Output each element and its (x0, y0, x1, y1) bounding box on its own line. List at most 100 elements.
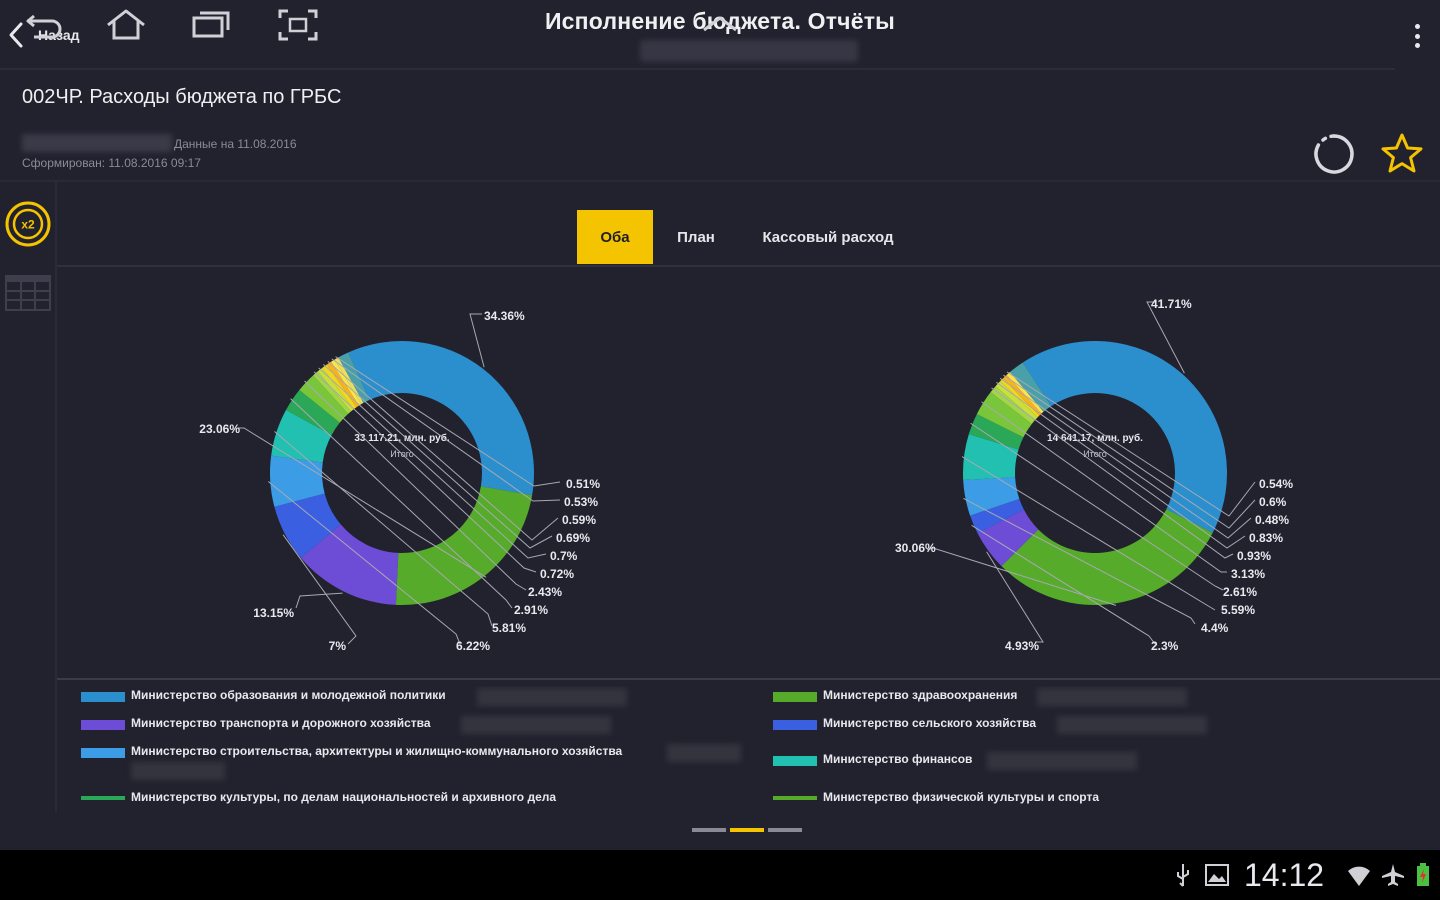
x2-icon: x2 (5, 201, 51, 247)
label-leader-line (295, 592, 343, 609)
slice-percent-label: 0.59% (562, 513, 596, 527)
redacted-meta (22, 134, 172, 152)
slice-percent-label: 0.51% (566, 477, 600, 491)
slice-percent-label: 0.93% (1237, 549, 1271, 563)
slice-percent-label: 0.6% (1259, 495, 1287, 509)
usb-icon (1177, 864, 1189, 887)
chevron-up-icon[interactable] (698, 8, 742, 42)
refresh-button[interactable] (1310, 130, 1358, 178)
slice-percent-label: 0.53% (564, 495, 598, 509)
legend-item: Министерство транспорта и дорожного хозя… (81, 716, 431, 730)
legend-item: Министерство здравоохранения (773, 688, 1017, 702)
legend-label: Министерство финансов (823, 752, 973, 766)
legend-swatch (81, 796, 125, 800)
table-view-button[interactable] (4, 272, 52, 314)
redacted-value (477, 688, 627, 706)
wifi-icon (1348, 866, 1370, 886)
redacted-subtitle (640, 40, 858, 62)
slice-percent-label: 0.72% (540, 567, 574, 581)
slice-percent-label: 0.7% (550, 549, 578, 563)
legend-item: Министерство образования и молодежной по… (81, 688, 446, 702)
donut-slice[interactable] (348, 341, 534, 496)
divider (0, 180, 1440, 182)
legend-label: Министерство транспорта и дорожного хозя… (131, 716, 431, 730)
svg-text:x2: x2 (21, 218, 35, 232)
screenshot-icon[interactable] (276, 8, 320, 42)
legend-item: Министерство строительства, архитектуры … (81, 744, 622, 758)
legend-swatch (81, 720, 125, 730)
donut-chart-cash: 14 641.17, млн. руб. Итого 41.71% 30.06% 4.9… (875, 268, 1335, 668)
report-title: 002ЧР. Расходы бюджета по ГРБС (22, 86, 342, 108)
slice-percent-label: 2.43% (528, 585, 562, 599)
legend-label: Министерство строительства, архитектуры … (131, 744, 623, 758)
page-dot-active[interactable] (730, 828, 764, 832)
refresh-icon (1314, 134, 1354, 174)
tab-both[interactable]: Оба (577, 210, 653, 264)
legend-item: Министерство культуры, по делам национал… (81, 790, 556, 804)
slice-percent-label: 0.69% (556, 531, 590, 545)
chart-total-value: 14 641.17, млн. руб. (1047, 432, 1143, 444)
legend-label: Министерство сельского хозяйства (823, 716, 1037, 730)
legend-swatch (773, 720, 817, 730)
chart-legend: Министерство образования и молодежной по… (57, 686, 1440, 804)
tab-cash-expense[interactable]: Кассовый расход (748, 210, 908, 264)
overflow-menu-button[interactable] (1410, 20, 1424, 52)
slice-percent-label: 6.22% (456, 639, 490, 653)
menu-dot-icon (1414, 24, 1420, 29)
status-time: 14:12 (1244, 857, 1325, 893)
redacted-value (1037, 688, 1187, 706)
slice-percent-label: 0.83% (1249, 531, 1283, 545)
back-nav-icon[interactable] (22, 8, 66, 42)
slice-percent-label: 3.13% (1231, 567, 1265, 581)
legend-label: Министерство физической культуры и спорт… (823, 790, 1100, 804)
slice-percent-label: 23.06% (199, 422, 240, 436)
slice-percent-label: 13.15% (253, 606, 294, 620)
divider (0, 68, 1395, 70)
airplane-mode-icon (1382, 864, 1404, 886)
legend-item: Министерство финансов (773, 752, 972, 766)
slice-percent-label: 2.91% (514, 603, 548, 617)
home-nav-icon[interactable] (104, 8, 148, 42)
slice-percent-label: 41.71% (1151, 297, 1192, 311)
legend-label: Министерство образования и молодежной по… (131, 688, 446, 702)
label-leader-line (469, 313, 485, 368)
legend-swatch (81, 748, 125, 758)
slice-percent-label: 0.48% (1255, 513, 1289, 527)
page-dot[interactable] (768, 828, 802, 832)
donut-slice[interactable] (1001, 509, 1213, 605)
tab-plan[interactable]: План (660, 210, 732, 264)
slice-percent-label: 34.36% (484, 309, 525, 323)
slice-percent-label: 5.59% (1221, 603, 1255, 617)
slice-percent-label: 0.54% (1259, 477, 1293, 491)
slice-percent-label: 2.61% (1223, 585, 1257, 599)
divider (57, 678, 1440, 680)
donut-chart-svg: 33 117.21, млн. руб.Итого34.36%23.06%13.… (199, 309, 600, 653)
redacted-value (667, 744, 741, 762)
menu-dot-icon (1414, 43, 1420, 48)
page-dot[interactable] (692, 828, 726, 832)
menu-dot-icon (1414, 33, 1420, 39)
table-icon (5, 275, 51, 311)
redacted-value (131, 762, 225, 780)
legend-swatch (81, 692, 125, 702)
legend-swatch (773, 796, 817, 800)
donut-slice[interactable] (395, 486, 533, 605)
page-indicator (692, 828, 802, 832)
slice-percent-label: 4.93% (1005, 639, 1039, 653)
formed-date: Сформирован: 11.08.2016 09:17 (22, 156, 201, 170)
data-date: Данные на 11.08.2016 (174, 137, 297, 151)
battery-charging-icon (1417, 863, 1429, 886)
legend-swatch (773, 756, 817, 766)
recent-apps-icon[interactable] (188, 8, 232, 42)
donut-chart-plan: 33 117.21, млн. руб. Итого 34.36% 23.06% 13.… (180, 268, 640, 668)
legend-item: Министерство сельского хозяйства (773, 716, 1036, 730)
donut-chart-svg: 14 641.17, млн. руб.Итого41.71%30.06%4.9… (895, 297, 1293, 653)
favorite-button[interactable] (1378, 130, 1426, 178)
x2-toggle-button[interactable]: x2 (4, 200, 52, 248)
star-icon (1381, 133, 1423, 173)
legend-label: Министерство здравоохранения (823, 688, 1018, 702)
legend-swatch (773, 692, 817, 702)
legend-item: Министерство физической культуры и спорт… (773, 790, 1099, 804)
legend-label: Министерство культуры, по делам национал… (131, 790, 557, 804)
slice-percent-label: 7% (329, 639, 347, 653)
